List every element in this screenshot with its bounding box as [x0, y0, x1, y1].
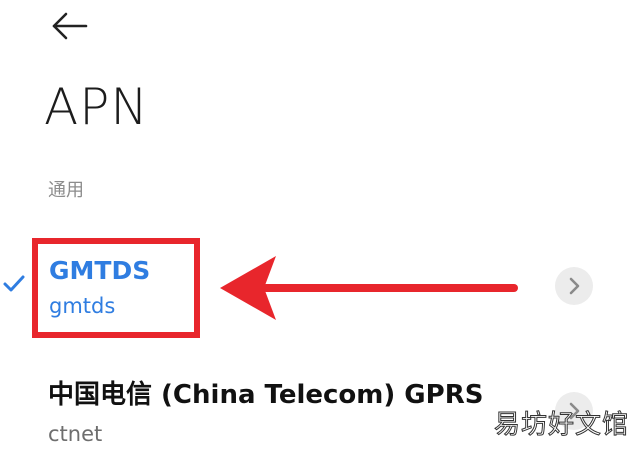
annotation-arrow-icon — [220, 256, 518, 320]
apn-name: 中国电信 (China Telecom) GPRS — [48, 380, 484, 410]
section-header: 通用 — [48, 180, 84, 201]
apn-value: ctnet — [48, 422, 103, 446]
check-icon — [3, 275, 25, 292]
watermark-text: 易坊好文馆 — [493, 410, 630, 440]
back-button[interactable] — [44, 8, 96, 44]
apn-settings-screen: APN 通用 GMTDS gmtds 中国电信 (China Telecom) … — [0, 0, 640, 459]
page-title: APN — [44, 78, 149, 136]
apn-detail-button[interactable] — [555, 267, 593, 305]
annotation-highlight-box — [32, 238, 200, 338]
arrow-left-icon — [52, 12, 88, 40]
chevron-right-icon — [569, 277, 580, 295]
